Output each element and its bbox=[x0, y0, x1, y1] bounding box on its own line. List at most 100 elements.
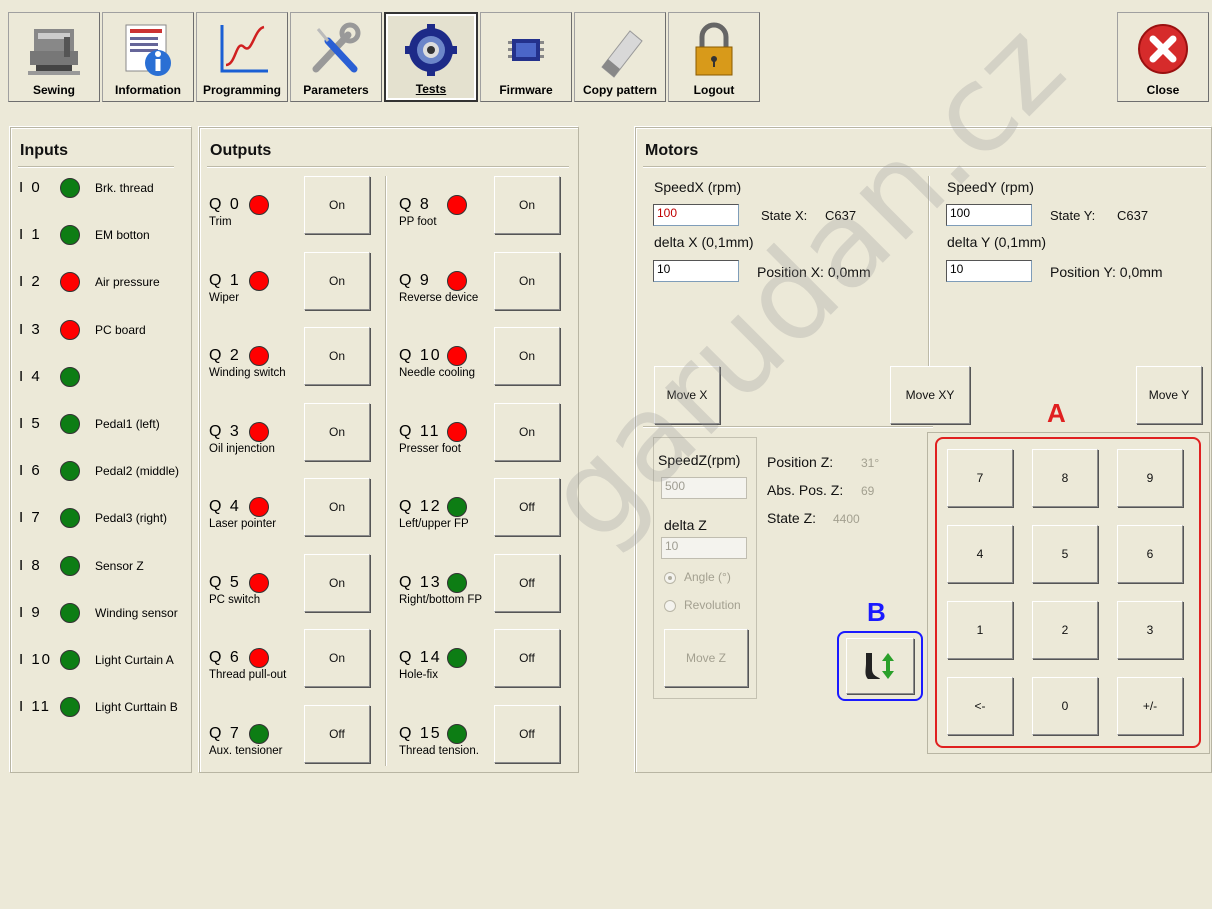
input-label: EM botton bbox=[95, 228, 150, 243]
keypad-key[interactable]: 2 bbox=[1032, 601, 1098, 659]
output-status-led bbox=[249, 497, 269, 517]
keypad-key[interactable]: 9 bbox=[1117, 449, 1183, 507]
input-label: Air pressure bbox=[95, 275, 160, 290]
padlock-icon bbox=[695, 22, 733, 76]
speed-z-input[interactable]: 500 bbox=[661, 477, 747, 499]
input-id: I 1 bbox=[19, 226, 42, 244]
output-label: Oil injenction bbox=[209, 442, 275, 455]
toolbar-label: Parameters bbox=[303, 83, 369, 97]
toolbar-sewing-button[interactable]: Sewing bbox=[8, 12, 100, 102]
input-id: I 11 bbox=[19, 698, 51, 716]
toolbar-copy-pattern-button[interactable]: Copy pattern bbox=[574, 12, 666, 102]
output-toggle-button[interactable]: On bbox=[494, 176, 560, 234]
output-id: Q 13 bbox=[399, 573, 442, 591]
output-toggle-button[interactable]: On bbox=[494, 251, 560, 310]
input-label: Pedal3 (right) bbox=[95, 511, 168, 526]
input-status-led bbox=[60, 650, 80, 670]
speed-y-input[interactable]: 100 bbox=[946, 204, 1032, 226]
output-toggle-button[interactable]: On bbox=[304, 402, 370, 461]
inputs-title: Inputs bbox=[20, 142, 68, 159]
toolbar-label: Logout bbox=[693, 83, 735, 97]
toolbar-close-button[interactable]: Close bbox=[1117, 12, 1209, 102]
annotation-b-label: B bbox=[867, 597, 886, 627]
output-status-led bbox=[249, 648, 269, 668]
output-label: Trim bbox=[209, 216, 232, 228]
keypad-key[interactable]: 7 bbox=[947, 449, 1013, 507]
move-z-button[interactable]: Move Z bbox=[664, 629, 748, 687]
keypad-key[interactable]: 8 bbox=[1032, 449, 1098, 507]
state-x-label: State X: bbox=[761, 208, 808, 223]
toolbar-information-button[interactable]: Information bbox=[102, 12, 194, 102]
output-toggle-button[interactable]: On bbox=[304, 629, 370, 687]
abs-position-z-label: Abs. Pos. Z: bbox=[767, 482, 844, 498]
output-toggle-button[interactable]: Off bbox=[494, 478, 560, 536]
speed-x-input[interactable]: 100 bbox=[653, 204, 739, 226]
output-toggle-button[interactable]: On bbox=[304, 327, 370, 385]
toolbar-logout-button[interactable]: Logout bbox=[668, 12, 760, 102]
output-toggle-button[interactable]: On bbox=[304, 176, 370, 234]
usb-stick-icon bbox=[601, 30, 643, 78]
revolution-radio[interactable] bbox=[664, 600, 676, 612]
tests-screen: Sewing Information Programming Parameter… bbox=[0, 0, 1212, 909]
position-y-readout: Position Y: 0,0mm bbox=[1050, 264, 1163, 280]
toolbar-parameters-button[interactable]: Parameters bbox=[290, 12, 382, 102]
output-id: Q 10 bbox=[399, 347, 442, 364]
keypad-key[interactable]: 4 bbox=[947, 525, 1013, 583]
state-z-value: 4400 bbox=[833, 512, 860, 526]
input-status-led bbox=[60, 319, 80, 340]
toolbar-firmware-button[interactable]: Firmware bbox=[480, 12, 572, 102]
delta-y-label: delta Y (0,1mm) bbox=[947, 234, 1047, 250]
divider bbox=[928, 176, 930, 366]
position-z-value: 31° bbox=[861, 456, 880, 470]
output-id: Q 8 bbox=[399, 196, 431, 213]
output-id: Q 9 bbox=[399, 271, 431, 289]
state-x-value: C637 bbox=[825, 208, 857, 223]
outputs-title: Outputs bbox=[210, 142, 272, 159]
input-status-led bbox=[60, 602, 80, 623]
output-status-led bbox=[447, 421, 467, 442]
input-id: I 2 bbox=[19, 273, 42, 291]
revolution-label: Revolution bbox=[684, 598, 741, 612]
output-toggle-button[interactable]: On bbox=[304, 553, 370, 612]
delta-z-input[interactable]: 10 bbox=[661, 537, 747, 559]
output-toggle-button[interactable]: On bbox=[304, 251, 370, 310]
output-status-led bbox=[249, 195, 269, 215]
state-z-label: State Z: bbox=[767, 510, 817, 526]
z-reference-button[interactable] bbox=[846, 638, 914, 694]
toolbar-label: Close bbox=[1146, 83, 1180, 97]
toolbar-tests-button[interactable]: Tests bbox=[384, 12, 478, 102]
output-status-led bbox=[447, 497, 467, 517]
output-status-led bbox=[447, 195, 467, 215]
output-label: Left/upper FP bbox=[399, 518, 469, 530]
move-xy-button[interactable]: Move XY bbox=[890, 366, 970, 424]
keypad-key[interactable]: 3 bbox=[1117, 601, 1183, 659]
output-toggle-button[interactable]: Off bbox=[304, 704, 370, 763]
output-toggle-button[interactable]: Off bbox=[494, 553, 560, 612]
delta-y-input[interactable]: 10 bbox=[946, 260, 1032, 282]
divider bbox=[207, 166, 569, 168]
keypad-key[interactable]: 6 bbox=[1117, 525, 1183, 583]
tools-icon bbox=[312, 22, 361, 73]
input-label: Sensor Z bbox=[95, 558, 144, 573]
output-status-led bbox=[249, 572, 269, 593]
output-toggle-button[interactable]: On bbox=[494, 327, 560, 385]
input-label: Brk. thread bbox=[95, 181, 154, 195]
angle-radio[interactable] bbox=[664, 572, 676, 584]
state-y-label: State Y: bbox=[1050, 208, 1096, 223]
toolbar-programming-button[interactable]: Programming bbox=[196, 12, 288, 102]
output-toggle-button[interactable]: On bbox=[494, 402, 560, 461]
keypad-key[interactable]: 0 bbox=[1032, 677, 1098, 735]
output-toggle-button[interactable]: Off bbox=[494, 704, 560, 763]
toolbar-label: Firmware bbox=[499, 83, 553, 97]
keypad-key[interactable]: +/- bbox=[1117, 677, 1183, 735]
move-y-button[interactable]: Move Y bbox=[1136, 366, 1202, 424]
output-toggle-button[interactable]: On bbox=[304, 478, 370, 536]
keypad-key[interactable]: 5 bbox=[1032, 525, 1098, 583]
keypad-key[interactable]: 1 bbox=[947, 601, 1013, 659]
output-toggle-button[interactable]: Off bbox=[494, 629, 560, 687]
keypad-key[interactable]: <- bbox=[947, 677, 1013, 735]
output-status-led bbox=[447, 723, 467, 744]
delta-x-input[interactable]: 10 bbox=[653, 260, 739, 282]
output-id: Q 7 bbox=[209, 724, 241, 742]
move-x-button[interactable]: Move X bbox=[654, 366, 720, 424]
